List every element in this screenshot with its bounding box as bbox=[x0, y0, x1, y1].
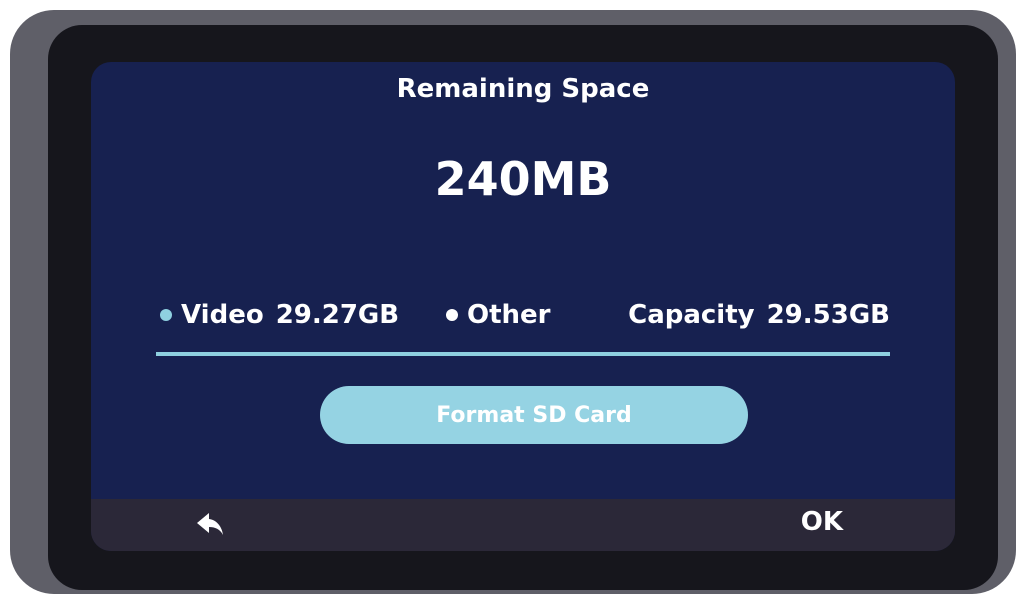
legend-video-size: 29.27GB bbox=[275, 300, 400, 330]
page-title: Remaining Space bbox=[396, 74, 650, 104]
legend-capacity-label: Capacity bbox=[628, 300, 755, 330]
legend-capacity: Capacity 29.53GB bbox=[628, 300, 890, 330]
remaining-space-value: 240MB bbox=[434, 152, 612, 206]
video-dot-icon bbox=[160, 309, 172, 321]
legend-capacity-size: 29.53GB bbox=[766, 300, 890, 330]
other-dot-icon bbox=[446, 309, 458, 321]
back-button[interactable] bbox=[193, 509, 229, 541]
legend-other: Other bbox=[446, 300, 551, 330]
screen: Remaining Space 240MB Video 29.27GB Othe… bbox=[91, 62, 955, 551]
back-arrow-icon bbox=[197, 513, 223, 535]
storage-legend: Video 29.27GB Other Capacity 29.53GB bbox=[156, 300, 890, 336]
ok-button[interactable]: OK bbox=[801, 507, 843, 537]
legend-video-label: Video bbox=[181, 300, 264, 330]
legend-other-label: Other bbox=[467, 300, 551, 330]
format-sd-card-button[interactable]: Format SD Card bbox=[320, 386, 748, 444]
legend-video: Video 29.27GB bbox=[160, 300, 399, 330]
bottom-action-bar: OK bbox=[91, 499, 955, 551]
storage-usage-bar bbox=[156, 352, 890, 356]
